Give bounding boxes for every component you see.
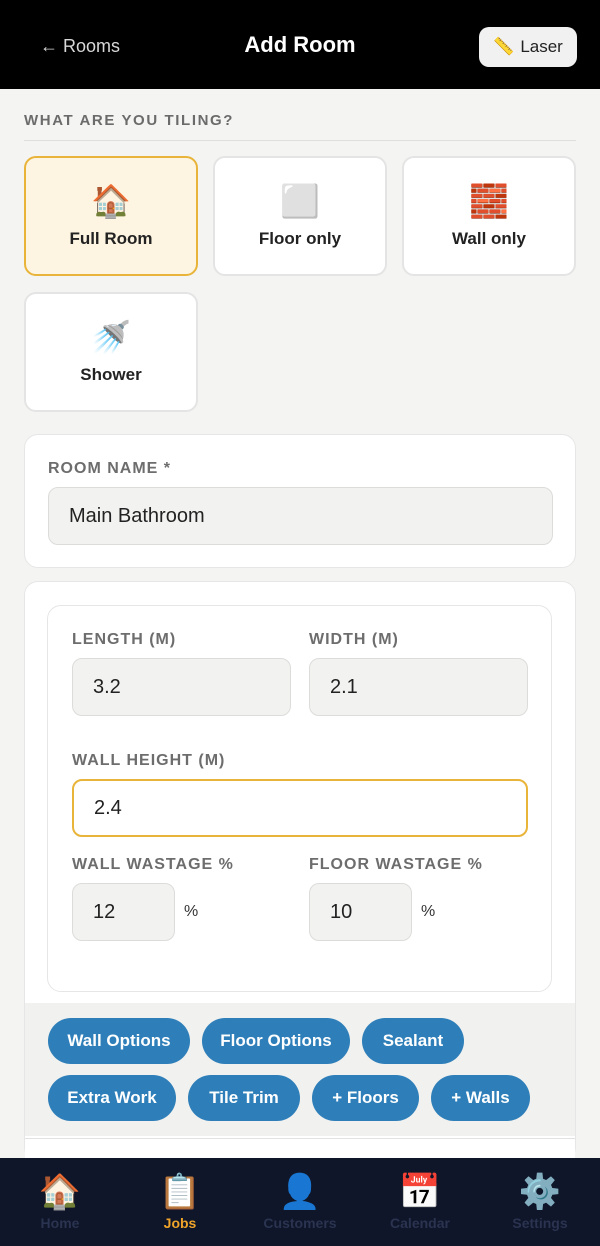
nav-item-label: Jobs [163,1215,197,1231]
length-label: LENGTH (M) [72,631,177,648]
bottom-nav: 🏠 Home 📋 Jobs 👤 Customers 📅 Calendar ⚙️ … [0,1158,600,1246]
ruler-icon: 📏 [493,37,515,56]
add-walls-button[interactable]: + Walls [431,1075,530,1121]
wall-wastage-input[interactable]: 12 [72,883,175,941]
floor-options-button[interactable]: Floor Options [202,1018,350,1064]
floor-wastage-label: FLOOR WASTAGE % [309,856,483,873]
dimensions-inner-card: LENGTH (M) 3.2 WIDTH (M) 2.1 WALL HEIGHT… [47,605,552,992]
wall-wastage-label: WALL WASTAGE % [72,856,234,873]
wall-height-input[interactable]: 2.4 [72,779,528,837]
nav-item-home[interactable]: 🏠 Home [0,1158,120,1246]
room-name-input[interactable]: Main Bathroom [48,487,553,545]
tiling-option-label: Wall only [452,229,526,248]
tiling-option-wall-only[interactable]: 🧱 Wall only [402,156,576,276]
sealant-button[interactable]: Sealant [362,1018,464,1064]
tiling-option-full-room[interactable]: 🏠 Full Room [24,156,198,276]
add-floors-button[interactable]: + Floors [312,1075,419,1121]
calendar-icon: 📅 [398,1173,442,1211]
person-icon: 👤 [278,1173,322,1211]
room-name-label: ROOM NAME * [48,460,171,477]
home-icon: 🏠 [38,1173,82,1211]
room-name-card: ROOM NAME * Main Bathroom [24,434,576,568]
nav-item-calendar[interactable]: 📅 Calendar [360,1158,480,1246]
section-divider [24,140,576,141]
floor-tile-icon: ⬜ [280,183,320,219]
nav-item-label: Home [40,1215,80,1231]
nav-item-label: Calendar [390,1215,450,1231]
tiling-section-label: WHAT ARE YOU TILING? [24,112,235,129]
tile-trim-button[interactable]: Tile Trim [188,1075,300,1121]
laser-button[interactable]: 📏 Laser [479,27,577,67]
laser-label: Laser [520,37,563,56]
brick-wall-icon: 🧱 [469,183,509,219]
wall-height-label: WALL HEIGHT (M) [72,752,226,769]
tiling-option-label: Shower [80,365,142,384]
nav-item-label: Customers [263,1215,337,1231]
clipboard-icon: 📋 [158,1173,202,1211]
tiling-option-shower[interactable]: 🚿 Shower [24,292,198,412]
wall-wastage-unit: % [184,903,199,920]
gear-icon: ⚙️ [518,1173,562,1211]
top-bar: ← Rooms Add Room 📏 Laser [0,0,600,89]
shower-icon: 🚿 [91,319,131,355]
length-input[interactable]: 3.2 [72,658,291,716]
floor-wastage-input[interactable]: 10 [309,883,412,941]
wall-options-button[interactable]: Wall Options [48,1018,190,1064]
width-input[interactable]: 2.1 [309,658,528,716]
house-icon: 🏠 [91,183,131,219]
tiling-option-label: Full Room [69,229,153,248]
tiling-option-label: Floor only [258,229,342,248]
tiling-option-floor-only[interactable]: ⬜ Floor only [213,156,387,276]
width-label: WIDTH (M) [309,631,399,648]
nav-item-jobs[interactable]: 📋 Jobs [120,1158,240,1246]
extra-work-button[interactable]: Extra Work [48,1075,176,1121]
floor-wastage-unit: % [421,903,436,920]
nav-item-settings[interactable]: ⚙️ Settings [480,1158,600,1246]
nav-item-customers[interactable]: 👤 Customers [240,1158,360,1246]
nav-item-label: Settings [512,1215,568,1231]
